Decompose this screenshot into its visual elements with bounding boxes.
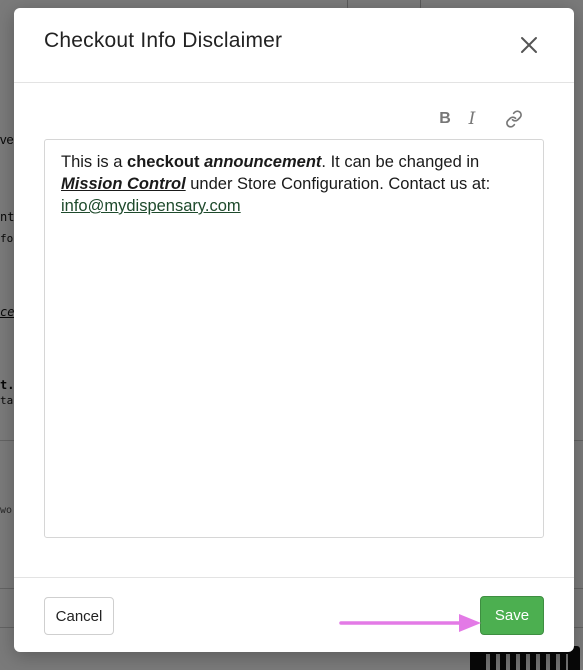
pointer-arrow-annotation (339, 614, 481, 632)
editor-toolbar: B I (434, 108, 544, 130)
rich-text-editor[interactable]: This is a checkout announcement. It can … (44, 139, 544, 538)
modal-header: Checkout Info Disclaimer (14, 8, 574, 83)
italic-button[interactable]: I (461, 108, 483, 130)
editor-bold-text: checkout (127, 153, 200, 171)
checkout-disclaimer-modal: Checkout Info Disclaimer B I This is a c… (14, 8, 574, 652)
link-icon (506, 110, 522, 128)
editor-bold-italic-text: announcement (204, 153, 322, 171)
cancel-button[interactable]: Cancel (44, 597, 114, 635)
editor-text: . It can be changed in (321, 153, 480, 171)
email-link[interactable]: info@mydispensary.com (61, 197, 241, 215)
editor-content[interactable]: This is a checkout announcement. It can … (61, 151, 531, 217)
link-button[interactable] (503, 108, 525, 130)
editor-text: This is a (61, 153, 128, 171)
modal-title: Checkout Info Disclaimer (44, 29, 283, 52)
close-icon (521, 37, 537, 53)
close-button[interactable] (514, 30, 544, 60)
editor-bold-italic-underline-text: Mission Control (61, 175, 186, 193)
editor-text: under Store Configuration. Contact us at… (185, 175, 491, 193)
save-button[interactable]: Save (480, 596, 544, 635)
bold-button[interactable]: B (434, 108, 456, 130)
